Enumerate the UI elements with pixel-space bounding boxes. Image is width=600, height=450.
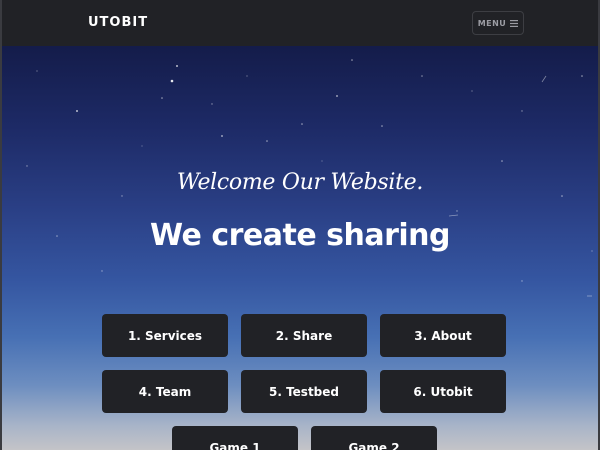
utobit-button[interactable]: 6. Utobit	[380, 370, 506, 413]
menu-button[interactable]: MENU	[472, 11, 524, 35]
game-2-button[interactable]: Game 2	[311, 426, 437, 450]
team-button[interactable]: 4. Team	[102, 370, 228, 413]
services-button[interactable]: 1. Services	[102, 314, 228, 357]
hero-title: We create sharing	[150, 218, 450, 253]
menu-label: MENU	[477, 18, 507, 28]
navbar: UTOBIT MENU	[2, 0, 598, 46]
brand-logo[interactable]: UTOBIT	[88, 15, 148, 30]
hero-subtitle: Welcome Our Website.	[176, 170, 424, 195]
hero-section: Welcome Our Website. We create sharing 1…	[2, 46, 598, 450]
game-1-button[interactable]: Game 1	[172, 426, 298, 450]
testbed-button[interactable]: 5. Testbed	[241, 370, 367, 413]
page: UTOBIT MENU Welcome Our Website. We crea…	[0, 0, 600, 450]
hamburger-icon	[510, 19, 519, 27]
share-button[interactable]: 2. Share	[241, 314, 367, 357]
about-button[interactable]: 3. About	[380, 314, 506, 357]
